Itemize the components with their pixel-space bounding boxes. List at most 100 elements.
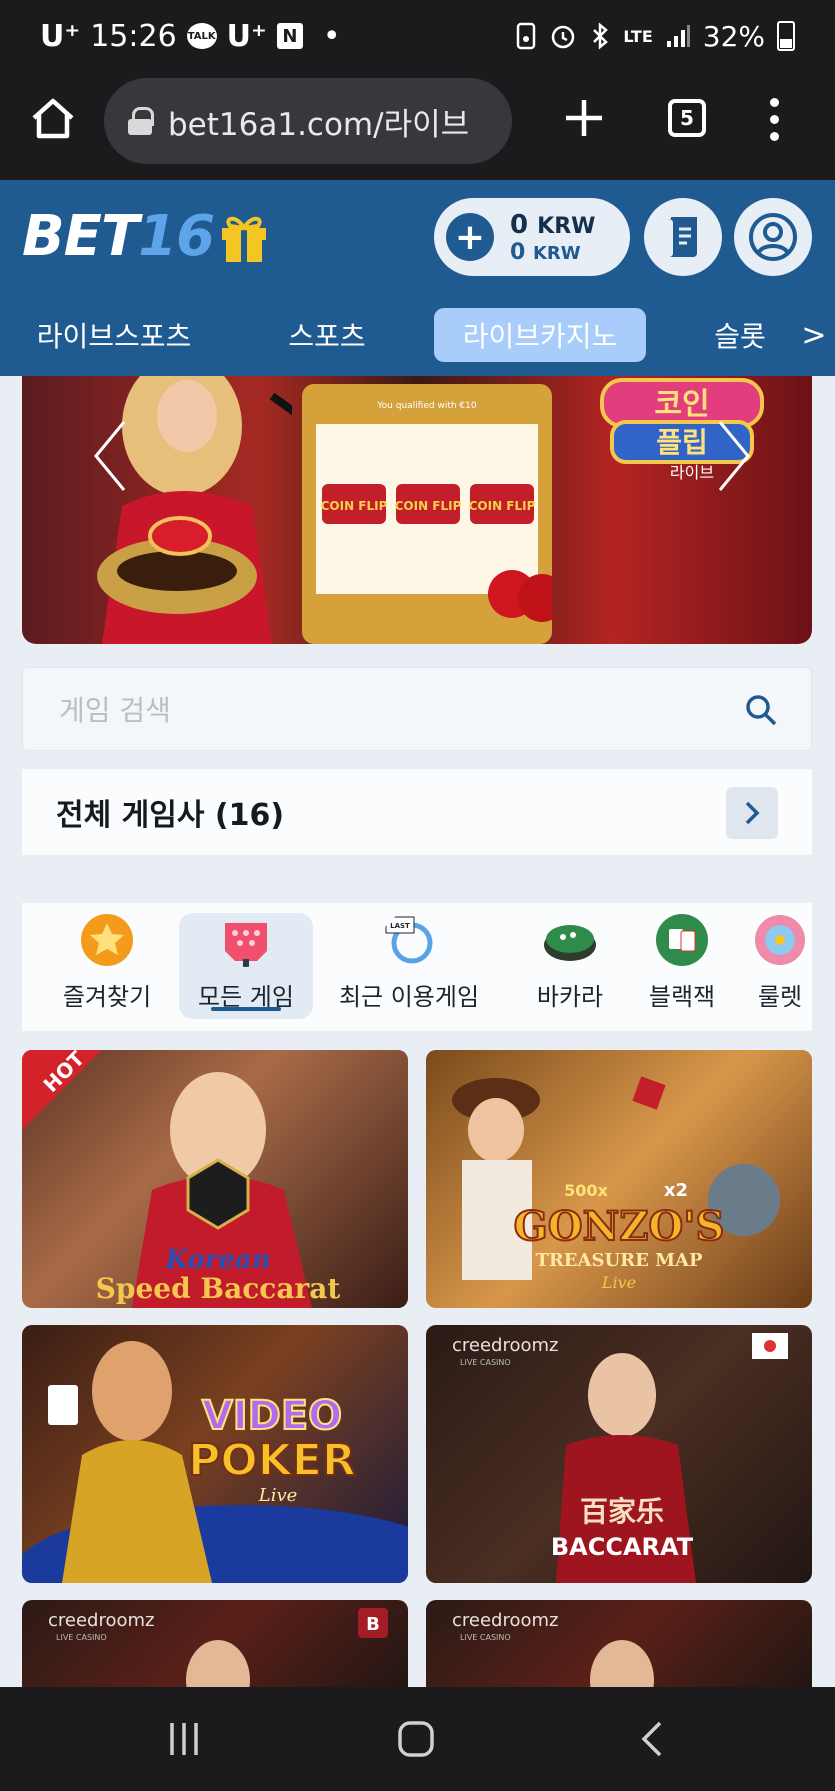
tab-blackjack[interactable]: 블랙잭 bbox=[632, 913, 732, 1019]
recent-apps-icon[interactable] bbox=[164, 1719, 204, 1759]
tab-switcher-button[interactable]: 5 bbox=[668, 99, 706, 137]
game-search-input[interactable]: 게임 검색 bbox=[22, 667, 812, 751]
tab-baccarat[interactable]: 바카라 bbox=[520, 913, 620, 1019]
active-tab-indicator bbox=[211, 1007, 281, 1011]
naver-icon: N bbox=[276, 23, 303, 49]
svg-text:LIVE CASINO: LIVE CASINO bbox=[460, 1633, 511, 1642]
search-placeholder: 게임 검색 bbox=[59, 694, 171, 727]
svg-text:Live: Live bbox=[258, 1485, 298, 1506]
svg-text:라이브: 라이브 bbox=[670, 463, 714, 482]
blackjack-cards-icon bbox=[656, 914, 708, 966]
last-played-icon: LAST bbox=[385, 916, 433, 964]
site-logo[interactable]: BET16 bbox=[22, 204, 215, 269]
svg-text:코인: 코인 bbox=[654, 387, 709, 422]
svg-text:LIVE CASINO: LIVE CASINO bbox=[460, 1358, 511, 1367]
tab-all-games[interactable]: 모든 게임 bbox=[179, 913, 313, 1019]
lock-icon bbox=[128, 107, 154, 135]
svg-text:Korean: Korean bbox=[164, 1245, 270, 1275]
game-art: HOT Korean Speed Baccarat bbox=[22, 1050, 341, 1308]
svg-text:COIN FLIP: COIN FLIP bbox=[321, 499, 388, 513]
game-tile-korean-speed-baccarat[interactable]: HOT Korean Speed Baccarat bbox=[22, 1050, 408, 1308]
slot-machine-illustration: COIN FLIP COIN FLIP COIN FLIP You qualif… bbox=[302, 384, 552, 644]
signal-icon bbox=[666, 25, 690, 47]
battery-icon bbox=[777, 21, 795, 51]
svg-text:creedroomz: creedroomz bbox=[48, 1610, 155, 1631]
game-art: creedroomz LIVE CASINO 百家乐 BACCARAT bbox=[452, 1333, 788, 1583]
category-nav: 라이브스포츠 스포츠 라이브카지노 슬롯 > bbox=[0, 294, 835, 376]
banner-prev-icon[interactable] bbox=[90, 416, 130, 496]
nav-live-casino[interactable]: 라이브카지노 bbox=[434, 308, 646, 362]
svg-text:LAST: LAST bbox=[390, 922, 410, 930]
all-games-icon bbox=[225, 923, 267, 967]
game-art: creedroomz LIVE CASINO bbox=[452, 1610, 654, 1687]
all-providers-row[interactable]: 전체 게임사 (16) bbox=[22, 769, 812, 855]
svg-text:x2: x2 bbox=[664, 1180, 688, 1201]
system-nav-bar bbox=[0, 1687, 835, 1791]
tab-last-played[interactable]: LAST 최근 이용게임 bbox=[334, 913, 484, 1019]
baccarat-table-icon bbox=[544, 925, 596, 961]
nav-slots[interactable]: 슬롯 bbox=[690, 308, 790, 362]
bonus-amount: 0 bbox=[510, 239, 526, 265]
back-icon[interactable] bbox=[634, 1719, 674, 1759]
profile-button[interactable] bbox=[734, 198, 812, 276]
game-tile-video-poker[interactable]: VIDEO POKER Live bbox=[22, 1325, 408, 1583]
browser-toolbar: bet16a1.com/라이브 5 bbox=[0, 72, 835, 180]
chevron-right-icon bbox=[745, 801, 760, 825]
game-art: creedroomz LIVE CASINO B bbox=[48, 1608, 388, 1687]
game-tile-gonzos-treasure-map[interactable]: 500x x2 GONZO'S TREASURE MAP Live bbox=[426, 1050, 812, 1308]
svg-text:B: B bbox=[366, 1614, 380, 1635]
carrier-label: U⁺ bbox=[40, 18, 81, 54]
game-tile-creedroomz-2[interactable]: creedroomz LIVE CASINO bbox=[426, 1600, 812, 1687]
betslip-button[interactable] bbox=[644, 198, 722, 276]
roulette-wheel-icon bbox=[755, 915, 805, 965]
game-tile-creedroomz-1[interactable]: creedroomz LIVE CASINO B bbox=[22, 1600, 408, 1687]
clock: 15:26 bbox=[90, 18, 177, 54]
nav-live-sports[interactable]: 라이브스포츠 bbox=[14, 308, 214, 362]
providers-expand-button[interactable] bbox=[726, 787, 778, 839]
svg-text:Speed Baccarat: Speed Baccarat bbox=[96, 1272, 341, 1305]
network-type: LTE bbox=[623, 26, 653, 46]
nav-sports[interactable]: 스포츠 bbox=[262, 308, 392, 362]
svg-text:VIDEO: VIDEO bbox=[202, 1393, 342, 1439]
game-tile-creedroomz-baccarat[interactable]: creedroomz LIVE CASINO 百家乐 BACCARAT bbox=[426, 1325, 812, 1583]
home-nav-icon[interactable] bbox=[396, 1719, 436, 1759]
gift-icon[interactable] bbox=[218, 208, 270, 264]
svg-text:BACCARAT: BACCARAT bbox=[551, 1533, 694, 1561]
address-bar[interactable]: bet16a1.com/라이브 bbox=[104, 78, 512, 164]
svg-text:POKER: POKER bbox=[188, 1435, 356, 1486]
home-icon[interactable] bbox=[28, 94, 78, 144]
svg-text:百家乐: 百家乐 bbox=[580, 1495, 664, 1528]
balance-amount: 0 bbox=[510, 209, 529, 240]
tab-roulette[interactable]: 룰렛 bbox=[748, 913, 812, 1019]
more-menu-icon[interactable] bbox=[770, 98, 780, 142]
svg-text:creedroomz: creedroomz bbox=[452, 1335, 559, 1356]
svg-text:TREASURE MAP: TREASURE MAP bbox=[535, 1250, 703, 1271]
user-icon bbox=[749, 213, 797, 261]
svg-text:creedroomz: creedroomz bbox=[452, 1610, 559, 1631]
providers-label: 전체 게임사 (16) bbox=[56, 798, 285, 833]
battery-level: 32% bbox=[702, 19, 765, 53]
game-art: 500x x2 GONZO'S TREASURE MAP Live bbox=[452, 1076, 780, 1292]
nav-more-arrow[interactable]: > bbox=[796, 308, 832, 362]
svg-text:You qualified with €10: You qualified with €10 bbox=[376, 401, 476, 411]
tab-favorites[interactable]: 즐겨찾기 bbox=[48, 913, 166, 1019]
balance-widget[interactable]: + 0 KRW 0 KRW bbox=[434, 198, 630, 276]
svg-text:Live: Live bbox=[601, 1273, 636, 1292]
svg-text:플립: 플립 bbox=[656, 426, 708, 459]
promo-banner[interactable]: COIN FLIP COIN FLIP COIN FLIP You qualif… bbox=[22, 376, 812, 644]
deposit-plus-icon[interactable]: + bbox=[446, 213, 494, 261]
carrier-label-2: U⁺ bbox=[226, 18, 267, 54]
svg-text:GONZO'S: GONZO'S bbox=[514, 1203, 725, 1250]
banner-next-icon[interactable] bbox=[714, 416, 754, 496]
alarm-icon bbox=[552, 25, 575, 49]
search-icon[interactable] bbox=[745, 694, 777, 726]
notification-dot: • bbox=[322, 18, 341, 54]
status-bar: U⁺ 15:26 TALK U⁺ N • LTE 32% bbox=[0, 0, 835, 72]
star-icon bbox=[81, 914, 133, 966]
game-category-tabs: 즐겨찾기 모든 게임 LAST 최근 이용게임 바카라 블랙잭 룰렛 bbox=[22, 903, 812, 1031]
new-tab-icon[interactable] bbox=[562, 96, 606, 140]
svg-text:500x: 500x bbox=[564, 1181, 608, 1200]
vibrate-icon bbox=[517, 22, 536, 50]
site-header: BET16 + 0 KRW 0 KRW bbox=[0, 180, 835, 294]
svg-text:COIN FLIP: COIN FLIP bbox=[469, 499, 536, 513]
